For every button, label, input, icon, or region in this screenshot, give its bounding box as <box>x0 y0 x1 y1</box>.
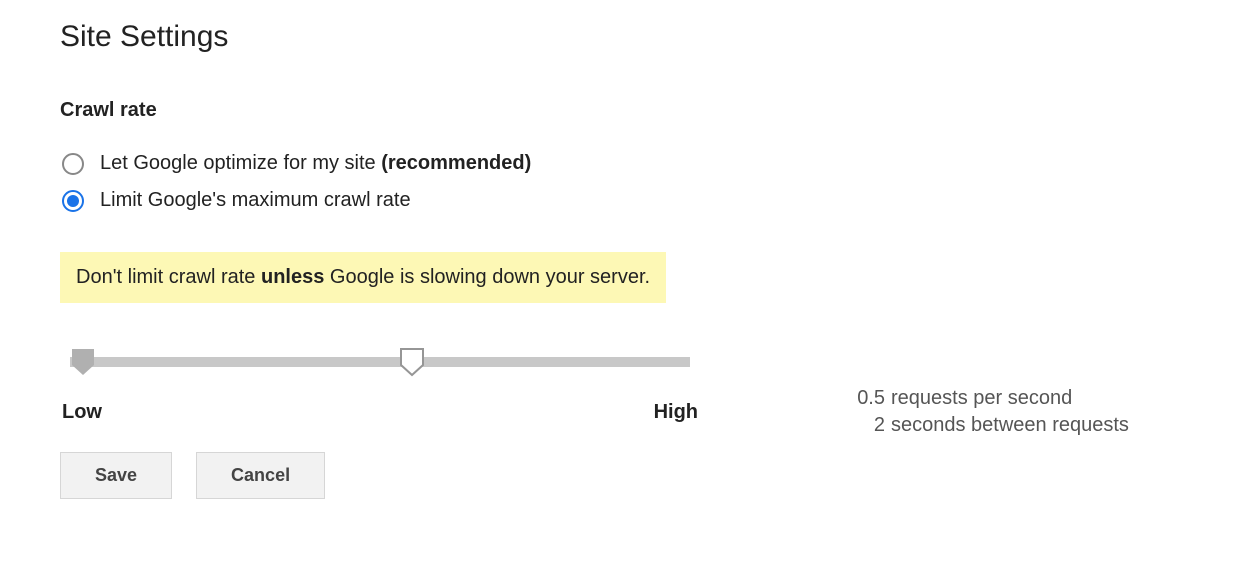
crawl-rate-warning: Don't limit crawl rate unless Google is … <box>60 252 666 303</box>
crawl-rate-readout: 0.5 requests per second 2 seconds betwee… <box>845 387 1129 441</box>
slider-readout-row: Low High Save Cancel 0.5 requests per se… <box>60 343 1188 499</box>
radio-label: Let Google optimize for my site (recomme… <box>100 152 531 175</box>
crawl-rate-radio-group: Let Google optimize for my site (recomme… <box>62 152 1188 212</box>
radio-icon <box>62 153 84 175</box>
requests-per-second-label: requests per second <box>891 387 1072 410</box>
slider-track <box>70 357 690 367</box>
radio-icon <box>62 190 84 212</box>
page-title: Site Settings <box>60 20 1188 54</box>
slider-min-handle-icon <box>70 349 96 375</box>
requests-per-second-value: 0.5 <box>845 387 885 410</box>
slider-high-label: High <box>654 401 698 424</box>
slider-handle-icon[interactable] <box>399 349 425 375</box>
save-button[interactable]: Save <box>60 452 172 499</box>
radio-option-optimize[interactable]: Let Google optimize for my site (recomme… <box>62 152 1188 175</box>
crawl-rate-slider[interactable] <box>60 343 700 383</box>
slider-labels: Low High <box>60 401 700 424</box>
seconds-between-label: seconds between requests <box>891 414 1129 437</box>
radio-label: Limit Google's maximum crawl rate <box>100 189 411 212</box>
slider-low-label: Low <box>62 401 102 424</box>
button-row: Save Cancel <box>60 452 700 499</box>
radio-option-limit[interactable]: Limit Google's maximum crawl rate <box>62 189 1188 212</box>
slider-block: Low High Save Cancel <box>60 343 700 499</box>
crawl-rate-label: Crawl rate <box>60 99 1188 122</box>
seconds-between-value: 2 <box>845 414 885 437</box>
cancel-button[interactable]: Cancel <box>196 452 325 499</box>
